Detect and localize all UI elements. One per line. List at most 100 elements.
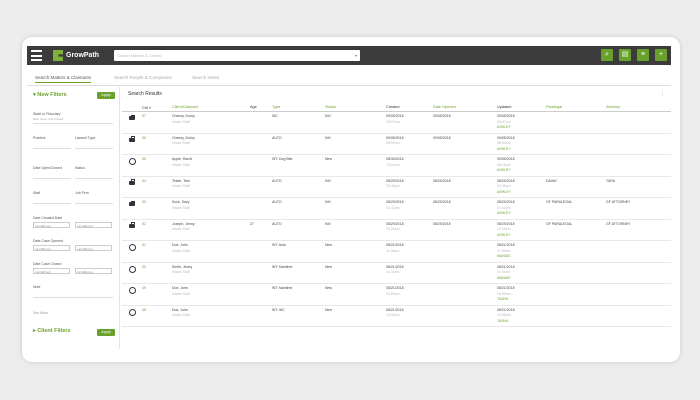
tab-search-matters[interactable]: Search Matters & Claimants: [35, 75, 92, 83]
date-opened-from-input[interactable]: mm/dd/yyyy: [33, 245, 70, 251]
table-row[interactable]: 53 Suck, Sazy Intake Staff AUTO INV 08/29/201…: [122, 197, 671, 220]
table-row[interactable]: 55 Apple, Randi Intake Staff WT: Dog Bite Ne…: [122, 154, 671, 177]
table-row[interactable]: 51 Doe, John Intake Staff WT: Auto New 08/21/…: [122, 240, 671, 263]
ctrl-cell[interactable]: 57: [142, 111, 172, 134]
table-row[interactable]: 54 Tester, Test Intake Staff AUTO INV 08/29/2…: [122, 176, 671, 198]
created-time: 10:59am: [386, 291, 400, 296]
created-time: 08:52am: [386, 141, 400, 146]
document-icon[interactable]: ▤: [619, 49, 631, 61]
job-firm-select[interactable]: [75, 197, 113, 204]
table-row[interactable]: 49 Doe, John Intake Staff WT: Maritime New 08…: [122, 283, 671, 306]
note-input[interactable]: [33, 291, 113, 298]
see-more-link[interactable]: See More: [33, 311, 48, 315]
new-filters-heading[interactable]: ▾ New Filters: [33, 92, 67, 98]
search-icon[interactable]: ⌕: [601, 49, 613, 61]
client-cell[interactable]: Suck, Sazy Intake Staff: [172, 197, 250, 220]
results-table: Ctrl ▾ Client/Claimant Age Type Status C…: [122, 103, 671, 327]
date-open-closed-select[interactable]: [33, 172, 71, 179]
client-cell[interactable]: Cheezy, Dohry Intake Staff: [172, 133, 250, 155]
date-created-to-input[interactable]: mm/dd/yyyy: [75, 222, 112, 228]
col-created[interactable]: Created: [386, 103, 433, 112]
updated-by: MANDIE: [497, 275, 511, 280]
note-label: Note: [33, 285, 41, 289]
client-cell[interactable]: Doe, John Intake Staff: [172, 305, 250, 327]
client-filters-heading[interactable]: ▸ Client Filters: [33, 328, 71, 334]
col-ctrl[interactable]: Ctrl ▾: [142, 103, 172, 112]
practice-label: Practice: [33, 136, 46, 140]
state-select[interactable]: Both Open and Closed: [33, 117, 113, 124]
apply-filters-button[interactable]: Apply: [97, 92, 115, 99]
growpath-logo[interactable]: GrowPath: [53, 49, 99, 62]
clock-icon: [128, 308, 136, 316]
col-attorney[interactable]: Attorney: [606, 103, 671, 112]
status-select[interactable]: [75, 172, 113, 179]
date-created-from-input[interactable]: mm/dd/yyyy: [33, 222, 70, 228]
client-cell[interactable]: Smith, Jenny Intake Staff: [172, 262, 250, 284]
col-status[interactable]: Status: [325, 103, 386, 112]
ctrl-cell[interactable]: 48: [142, 305, 172, 327]
tab-search-notes[interactable]: Search Notes: [192, 75, 219, 80]
created-time: 01:42pm: [386, 205, 400, 210]
date-closed-to-input[interactable]: mm/dd/yyyy: [75, 268, 112, 274]
tab-search-people[interactable]: Search People & Companies: [114, 75, 172, 80]
ctrl-cell[interactable]: 54: [142, 176, 172, 198]
client-sub: Intake Staff: [172, 119, 190, 124]
col-date-opened[interactable]: Date Opened: [433, 103, 497, 112]
ctrl-cell[interactable]: 50: [142, 262, 172, 284]
status-cell: INV: [325, 219, 386, 241]
opened-cell: [433, 240, 497, 263]
practice-select[interactable]: [33, 142, 71, 149]
date-created-label: Date Created Date: [33, 216, 63, 220]
opened-cell: 09/05/2018: [433, 111, 497, 134]
table-row[interactable]: 52 Joseph, Jenny Intake Staff 27 AUTO INV 08/2…: [122, 219, 671, 241]
ctrl-cell[interactable]: 51: [142, 240, 172, 263]
ctrl-cell[interactable]: 52: [142, 219, 172, 241]
col-paralegal[interactable]: Paralegal: [546, 103, 606, 112]
row-icon-cell: [122, 240, 142, 263]
staff-select[interactable]: [33, 197, 71, 204]
client-cell[interactable]: Doe, John Intake Staff: [172, 283, 250, 306]
col-client[interactable]: Client/Claimant: [172, 103, 250, 112]
date-opened-to-input[interactable]: mm/dd/yyyy: [75, 245, 112, 251]
lawsuit-type-select[interactable]: [75, 142, 113, 149]
icon-column-header: [122, 103, 142, 112]
client-filters-title: Client Filters: [37, 328, 71, 334]
client-cell[interactable]: Joseph, Jenny Intake Staff: [172, 219, 250, 241]
client-cell[interactable]: Apple, Randi Intake Staff: [172, 154, 250, 177]
ctrl-cell[interactable]: 53: [142, 197, 172, 220]
table-row[interactable]: 48 Doe, John Intake Staff WT: WC New 08/21/20…: [122, 305, 671, 327]
global-search-input[interactable]: Search Matters & Clients ▾: [114, 50, 360, 61]
table-row[interactable]: 56 Cheezy, Dohry Intake Staff AUTO INV 09/05/…: [122, 133, 671, 155]
list-icon[interactable]: ≡: [637, 49, 649, 61]
more-options-icon[interactable]: ⋮: [660, 91, 665, 97]
updated-cell: 08/21/2018 11:01am MANDIE: [497, 262, 546, 284]
paralegal-cell: GF PARALEGAL: [546, 197, 606, 220]
table-row[interactable]: 50 Smith, Jenny Intake Staff WT: Maritime Ne…: [122, 262, 671, 284]
age-cell: [250, 197, 272, 220]
client-sub: Intake Staff: [172, 205, 190, 210]
hamburger-menu-icon[interactable]: [31, 50, 42, 61]
add-icon[interactable]: +: [655, 49, 667, 61]
age-cell: [250, 305, 272, 327]
client-cell[interactable]: Tester, Test Intake Staff: [172, 176, 250, 198]
updated-cell: 09/05/2018 08:57am ASHLEY: [497, 111, 546, 134]
col-type[interactable]: Type: [272, 103, 325, 112]
status-cell: New: [325, 283, 386, 306]
ctrl-cell[interactable]: 56: [142, 133, 172, 155]
attorney-cell: [606, 111, 671, 134]
updated-cell: 08/29/2018 03:45pm ASHLEY: [497, 176, 546, 198]
client-cell[interactable]: Cheezy, Dohry Intake Staff: [172, 111, 250, 134]
table-row[interactable]: 57 Cheezy, Dohry Intake Staff WC INV 09/05/20…: [122, 111, 671, 134]
briefcase-icon: [129, 179, 135, 185]
apply-client-filters-button[interactable]: Apply: [97, 329, 115, 336]
ctrl-cell[interactable]: 55: [142, 154, 172, 177]
updated-by: ASHLEY: [497, 211, 511, 216]
attorney-cell: [606, 283, 671, 306]
date-closed-from-input[interactable]: mm/dd/yyyy: [33, 268, 70, 274]
col-age[interactable]: Age: [250, 103, 272, 112]
client-cell[interactable]: Doe, John Intake Staff: [172, 240, 250, 263]
ctrl-cell[interactable]: 49: [142, 283, 172, 306]
paralegal-cell: [546, 111, 606, 134]
state-value: Both Open and Closed: [33, 117, 64, 121]
col-updated[interactable]: Updated: [497, 103, 546, 112]
